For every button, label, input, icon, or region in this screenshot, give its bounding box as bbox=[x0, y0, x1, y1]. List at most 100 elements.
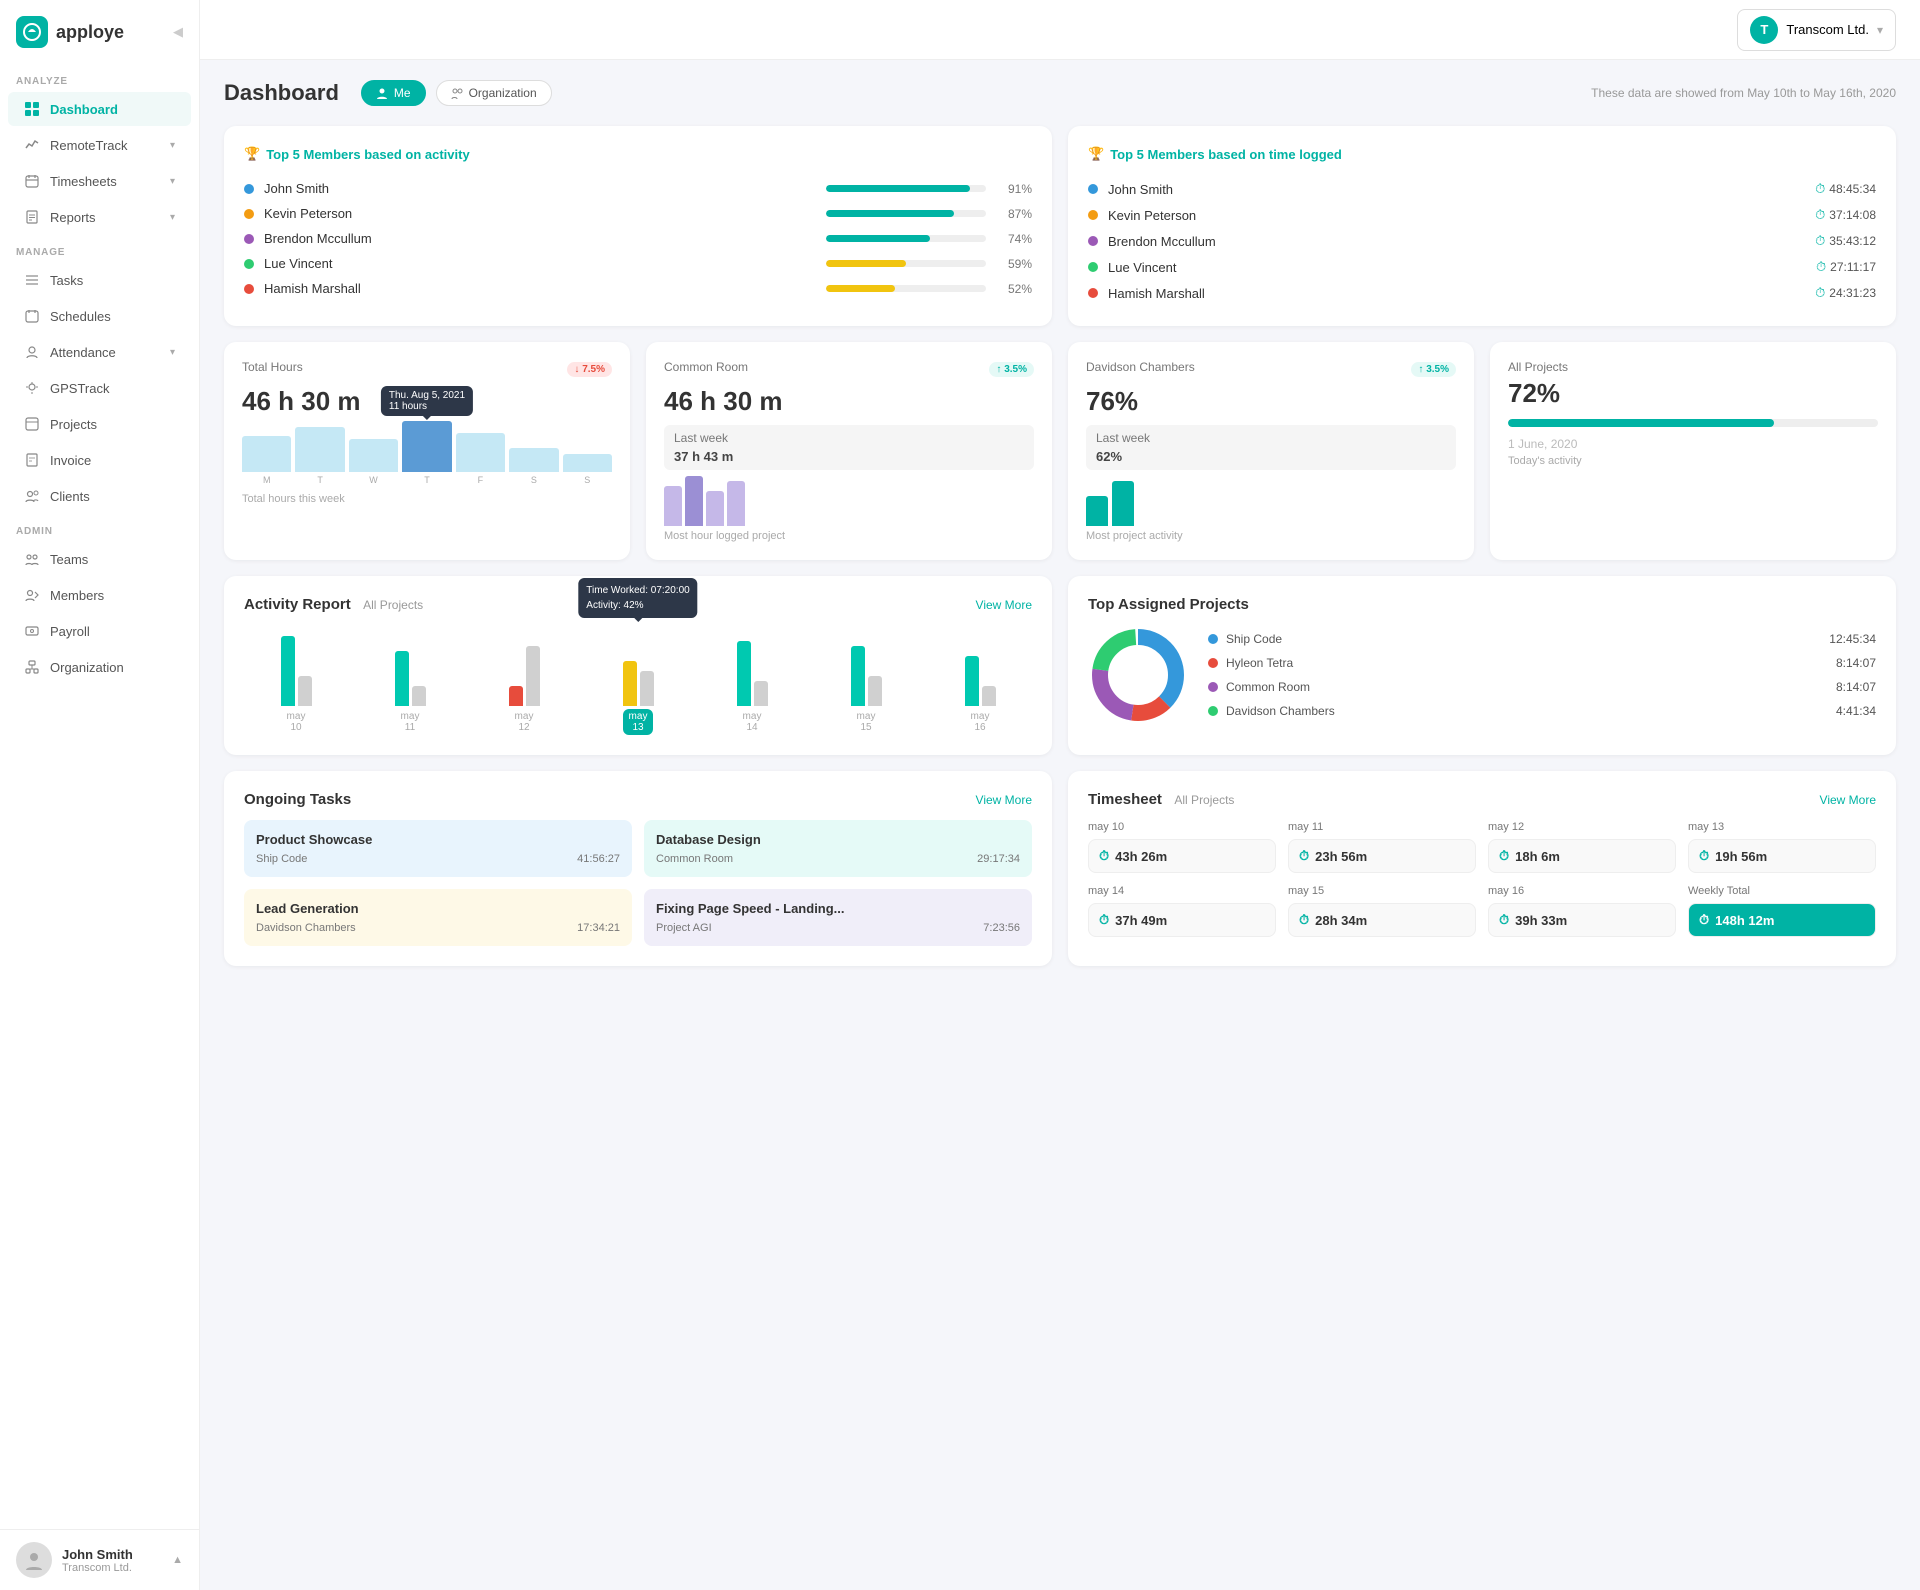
org-selector[interactable]: T Transcom Ltd. ▾ bbox=[1737, 9, 1896, 51]
sidebar: apploye ◀ Analyze Dashboard RemoteTrack … bbox=[0, 0, 200, 1590]
common-room-last-week: Last week 37 h 43 m bbox=[664, 425, 1034, 470]
payroll-icon bbox=[24, 623, 40, 639]
activity-member-row: John Smith 91% bbox=[244, 176, 1032, 201]
act-bar-container bbox=[737, 626, 768, 706]
act-bar-gray bbox=[412, 686, 426, 706]
task-time: 17:34:21 bbox=[577, 922, 620, 934]
time-member-dot bbox=[1088, 184, 1098, 194]
sidebar-item-reports[interactable]: Reports ▾ bbox=[8, 200, 191, 234]
timesheet-sub: All Projects bbox=[1174, 793, 1234, 807]
time-clock-icon: ⏱ bbox=[1499, 912, 1509, 928]
activity-report-view-more[interactable]: View More bbox=[976, 598, 1032, 612]
act-bar-green bbox=[737, 641, 751, 706]
sidebar-item-members[interactable]: Members bbox=[8, 578, 191, 612]
time-date: may 11 bbox=[1288, 821, 1476, 833]
total-hours-card: Total Hours ↓ 7.5% 46 h 30 m M T W Thu. … bbox=[224, 342, 630, 560]
cr-bar-1 bbox=[664, 486, 682, 526]
weekly-clock-icon: ⏱ bbox=[1699, 912, 1709, 928]
sidebar-item-payroll[interactable]: Payroll bbox=[8, 614, 191, 648]
dashboard-icon bbox=[24, 101, 40, 117]
sidebar-payroll-label: Payroll bbox=[50, 624, 90, 639]
member-pct: 74% bbox=[996, 232, 1032, 246]
time-date: may 13 bbox=[1688, 821, 1876, 833]
act-bar-container bbox=[509, 626, 540, 706]
timesheet-view-more[interactable]: View More bbox=[1820, 793, 1876, 807]
member-dot bbox=[244, 209, 254, 219]
davidson-badge: ↑ 3.5% bbox=[1411, 362, 1456, 377]
sidebar-item-organization[interactable]: Organization bbox=[8, 650, 191, 684]
admin-section-label: Admin bbox=[0, 514, 199, 541]
davidson-card: Davidson Chambers ↑ 3.5% 76% Last week 6… bbox=[1068, 342, 1474, 560]
act-bar-container bbox=[281, 626, 312, 706]
user-profile[interactable]: John Smith Transcom Ltd. ▲ bbox=[0, 1529, 199, 1590]
legend-time: 4:41:34 bbox=[1836, 704, 1876, 718]
sidebar-item-schedules[interactable]: Schedules bbox=[8, 299, 191, 333]
legend-project-name: Hyleon Tetra bbox=[1226, 656, 1293, 670]
time-date: may 14 bbox=[1088, 885, 1276, 897]
bar: Thu. Aug 5, 202111 hours bbox=[402, 421, 451, 472]
teams-icon bbox=[24, 551, 40, 567]
legend-project-name: Davidson Chambers bbox=[1226, 704, 1335, 718]
sidebar-item-attendance[interactable]: Attendance ▾ bbox=[8, 335, 191, 369]
user-info: John Smith Transcom Ltd. bbox=[62, 1547, 162, 1574]
sidebar-item-teams[interactable]: Teams bbox=[8, 542, 191, 576]
total-hours-label: Total Hours bbox=[242, 360, 303, 374]
progress-fill bbox=[826, 210, 954, 217]
top-activity-card: 🏆 Top 5 Members based on activity John S… bbox=[224, 126, 1052, 326]
task-sub: Common Room bbox=[656, 853, 733, 865]
time-member-row: Hamish Marshall ⏱ 24:31:23 bbox=[1088, 280, 1876, 306]
legend-dot bbox=[1208, 682, 1218, 692]
task-card: Lead Generation Davidson Chambers 17:34:… bbox=[244, 889, 632, 946]
top-projects-title: Top Assigned Projects bbox=[1088, 596, 1249, 613]
bar-day-wrap: S bbox=[563, 454, 612, 485]
time-date: may 15 bbox=[1288, 885, 1476, 897]
sidebar-item-invoice[interactable]: Invoice bbox=[8, 443, 191, 477]
task-meta: Ship Code 41:56:27 bbox=[256, 853, 620, 865]
sidebar-item-projects[interactable]: Projects bbox=[8, 407, 191, 441]
task-meta: Project AGI 7:23:56 bbox=[656, 922, 1020, 934]
tab-organization[interactable]: Organization bbox=[436, 80, 552, 106]
task-meta: Davidson Chambers 17:34:21 bbox=[256, 922, 620, 934]
davidson-sublabel: Most project activity bbox=[1086, 530, 1456, 542]
task-sub: Davidson Chambers bbox=[256, 922, 356, 934]
sidebar-item-gpstrack[interactable]: GPSTrack bbox=[8, 371, 191, 405]
sidebar-members-label: Members bbox=[50, 588, 104, 603]
sidebar-item-clients[interactable]: Clients bbox=[8, 479, 191, 513]
act-bar-gray bbox=[526, 646, 540, 706]
timesheet-cell: may 11 ⏱ 23h 56m bbox=[1288, 821, 1476, 873]
projects-row: Ship Code 12:45:34 Hyleon Tetra 8:14:07 … bbox=[1088, 625, 1876, 725]
progress-bar bbox=[826, 260, 986, 267]
task-name: Product Showcase bbox=[256, 832, 620, 847]
time-clock-icon: ⏱ bbox=[1299, 848, 1309, 864]
common-room-header: Common Room ↑ 3.5% bbox=[664, 360, 1034, 378]
time-member-row: Lue Vincent ⏱ 27:11:17 bbox=[1088, 254, 1876, 280]
bar-day-label: S bbox=[531, 475, 537, 485]
common-room-card: Common Room ↑ 3.5% 46 h 30 m Last week 3… bbox=[646, 342, 1052, 560]
task-sub: Ship Code bbox=[256, 853, 307, 865]
org-avatar: T bbox=[1750, 16, 1778, 44]
sidebar-item-dashboard[interactable]: Dashboard bbox=[8, 92, 191, 126]
task-time: 7:23:56 bbox=[983, 922, 1020, 934]
progress-bar bbox=[826, 185, 986, 192]
date-range: These data are showed from May 10th to M… bbox=[1591, 86, 1896, 100]
collapse-btn[interactable]: ◀ bbox=[173, 24, 183, 40]
time-clock-icon: ⏱ bbox=[1099, 912, 1109, 928]
sidebar-item-timesheets[interactable]: Timesheets ▾ bbox=[8, 164, 191, 198]
activity-day-wrap: may 10 bbox=[244, 626, 348, 735]
member-name: John Smith bbox=[264, 181, 816, 196]
act-bar-green bbox=[965, 656, 979, 706]
dav-bar-1 bbox=[1086, 496, 1108, 526]
bar-day-label: T bbox=[424, 475, 430, 485]
all-projects-card: All Projects 72% 1 June, 2020 Today's ac… bbox=[1490, 342, 1896, 560]
tab-me[interactable]: Me bbox=[361, 80, 426, 106]
top-time-title: 🏆 Top 5 Members based on time logged bbox=[1088, 146, 1876, 162]
analyze-section-label: Analyze bbox=[0, 64, 199, 91]
activity-member-row: Brendon Mccullum 74% bbox=[244, 226, 1032, 251]
sidebar-organization-label: Organization bbox=[50, 660, 124, 675]
sidebar-item-remotetrack[interactable]: RemoteTrack ▾ bbox=[8, 128, 191, 162]
ongoing-tasks-view-more[interactable]: View More bbox=[976, 793, 1032, 807]
common-room-lw-label: Last week bbox=[674, 431, 1024, 445]
clock-icon: ⏱ bbox=[1815, 181, 1825, 197]
sidebar-item-tasks[interactable]: Tasks bbox=[8, 263, 191, 297]
top-time-card: 🏆 Top 5 Members based on time logged Joh… bbox=[1068, 126, 1896, 326]
